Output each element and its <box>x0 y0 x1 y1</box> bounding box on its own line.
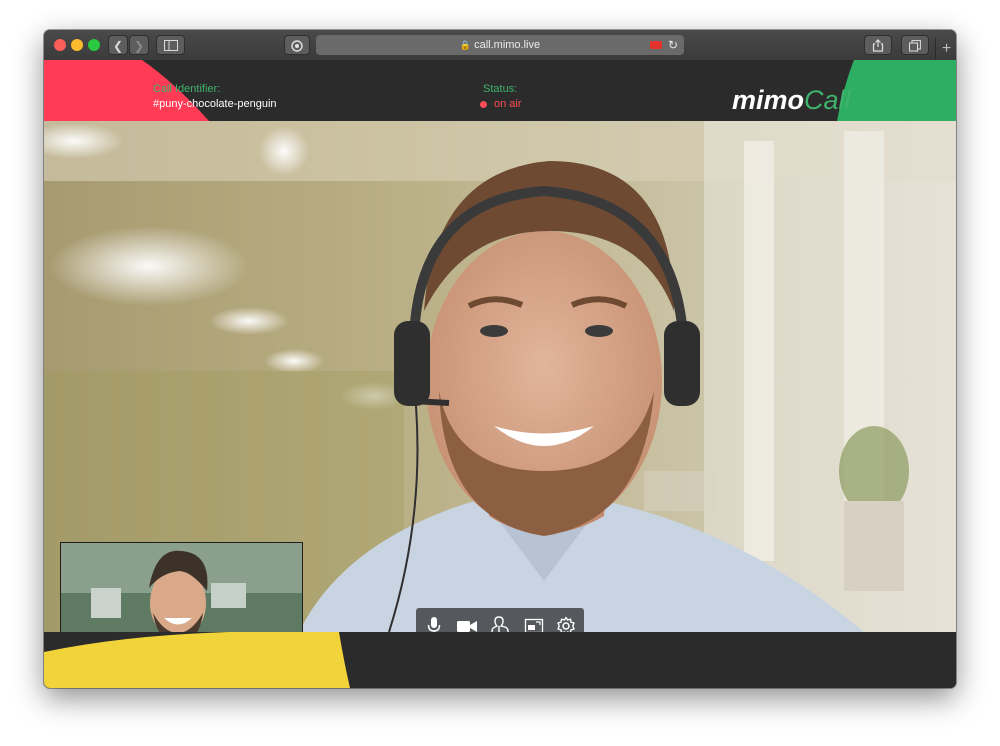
chevron-right-icon: ❯ <box>133 39 145 53</box>
call-identifier-label: Call Identifier: <box>153 83 221 95</box>
browser-window: ❮ ❯ 🔒 call.mimo.live ↻ + Call Identifier… <box>44 30 956 688</box>
yellow-accent-shape <box>44 632 350 688</box>
person-icon <box>491 616 509 632</box>
browser-toolbar: ❮ ❯ 🔒 call.mimo.live ↻ + <box>44 30 956 61</box>
share-icon <box>872 39 884 52</box>
privacy-button[interactable] <box>284 35 310 55</box>
call-footer <box>44 632 956 688</box>
picture-in-picture-icon <box>524 618 544 632</box>
call-page: Call Identifier: #puny-chocolate-penguin… <box>44 60 956 688</box>
zoom-window-button[interactable] <box>88 39 100 51</box>
status-label: Status: <box>483 83 518 95</box>
mimocall-logo: mimoCall <box>732 85 851 115</box>
new-tab-button[interactable]: + <box>935 38 956 60</box>
call-identifier-value: #puny-chocolate-penguin <box>153 98 277 110</box>
settings-button[interactable] <box>556 616 576 632</box>
tabs-icon <box>909 40 921 52</box>
share-button[interactable] <box>864 35 892 55</box>
minimize-window-button[interactable] <box>71 39 83 51</box>
lock-icon: 🔒 <box>459 40 472 50</box>
status-value: on air <box>494 98 522 110</box>
address-bar[interactable]: 🔒 call.mimo.live ↻ <box>316 35 684 55</box>
pip-toggle-button[interactable] <box>524 616 544 632</box>
back-button[interactable]: ❮ <box>108 35 128 55</box>
sidebar-button[interactable] <box>156 35 185 55</box>
shield-icon <box>291 40 303 52</box>
camera-icon <box>457 621 477 632</box>
video-toggle-button[interactable] <box>456 616 477 632</box>
on-air-dot-icon <box>480 101 487 108</box>
url-text: call.mimo.live <box>474 39 541 51</box>
gear-icon <box>557 616 575 632</box>
mute-button[interactable] <box>424 616 444 632</box>
sidebar-icon <box>163 40 178 51</box>
reload-icon[interactable]: ↻ <box>668 35 678 55</box>
self-view-video[interactable] <box>60 542 303 632</box>
close-window-button[interactable] <box>54 39 66 51</box>
remote-video-feed <box>44 121 956 632</box>
chevron-left-icon: ❮ <box>112 39 124 53</box>
microphone-icon <box>427 617 441 632</box>
tabs-button[interactable] <box>901 35 929 55</box>
camera-recording-icon[interactable] <box>650 41 662 49</box>
participant-button[interactable] <box>489 616 509 632</box>
forward-button[interactable]: ❯ <box>129 35 149 55</box>
call-controls <box>416 608 584 632</box>
call-header: Call Identifier: #puny-chocolate-penguin… <box>44 60 956 121</box>
